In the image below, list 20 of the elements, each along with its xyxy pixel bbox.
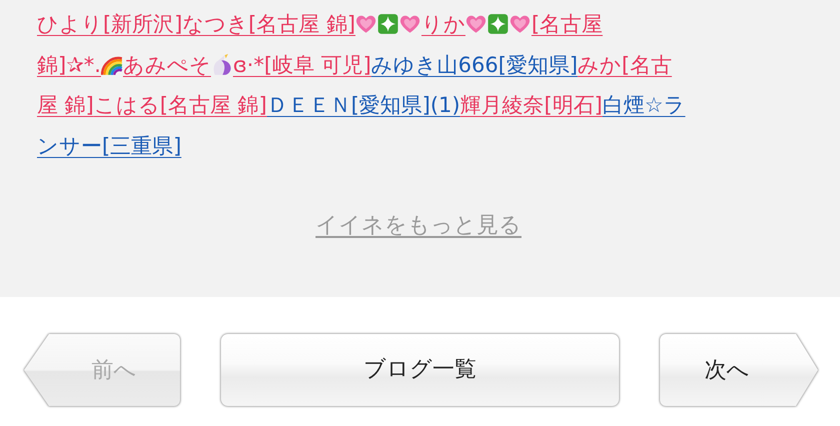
liker-link[interactable]: りか [名古屋 <box>355 12 603 36</box>
liker-link[interactable]: こはる[名古屋 錦] <box>94 93 267 117</box>
liker-link[interactable]: 輝月綾奈[明石] <box>460 93 602 117</box>
liker-link[interactable]: ＤＥＥＮ[愛知県](1) <box>266 93 460 117</box>
heart-icon <box>399 13 422 35</box>
liker-link[interactable]: ひより[新所沢] <box>37 12 182 36</box>
liker-link[interactable]: みゆき山666[愛知県] <box>371 52 578 76</box>
liker-link[interactable]: 屋 錦] <box>37 93 94 117</box>
liker-link[interactable]: みか[名古 <box>578 52 672 76</box>
heart-icon <box>509 13 532 35</box>
liker-link[interactable]: 白煙☆ラ <box>602 93 686 117</box>
liker-link[interactable]: ンサー[三重県] <box>37 134 182 158</box>
more-likes-link[interactable]: イイネをもっと見る <box>316 210 522 240</box>
liker-link[interactable]: 錦] <box>37 52 66 76</box>
liker-link[interactable]: ✰*. あみぺそ ɞ·*[岐阜 可児] <box>66 52 372 76</box>
liker-link[interactable]: なつき[名古屋 錦] <box>182 12 356 36</box>
heart-icon <box>355 13 378 35</box>
heart-icon <box>465 13 488 35</box>
sparkle-icon <box>487 13 510 35</box>
sparkle-icon <box>377 13 400 35</box>
